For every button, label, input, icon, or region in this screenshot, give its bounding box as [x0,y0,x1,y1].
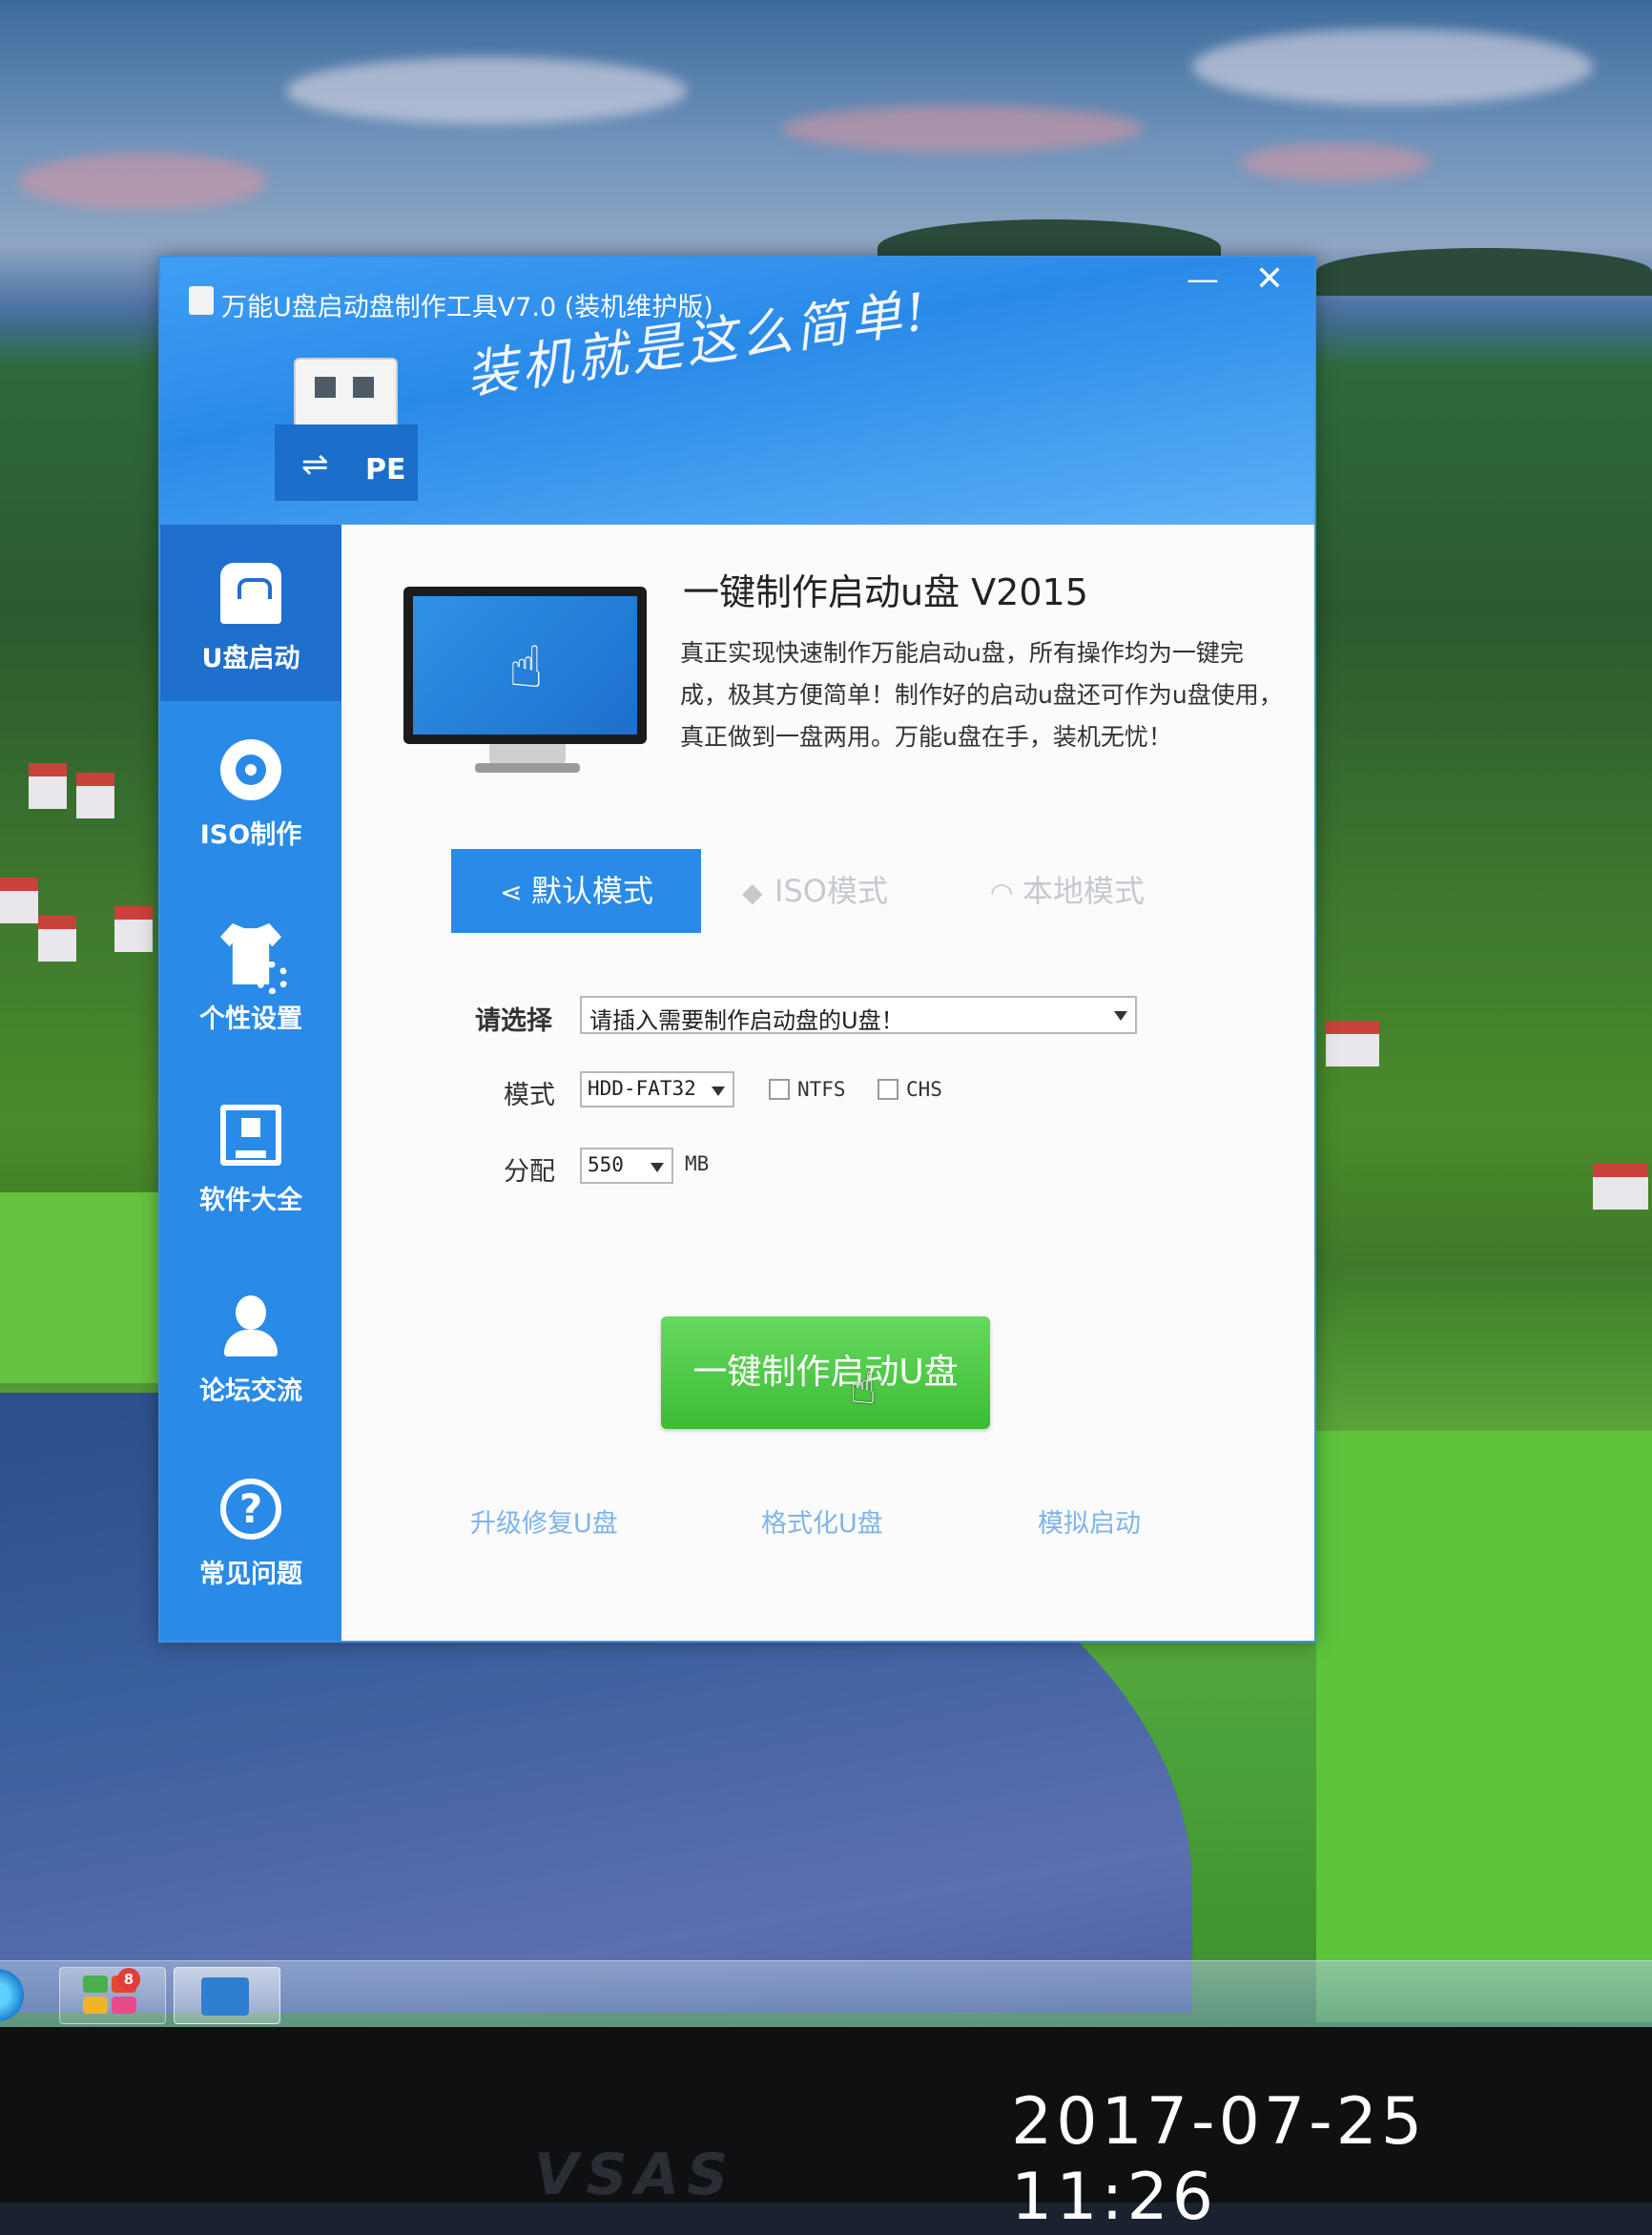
sidebar-item-label: 论坛交流 [199,1376,302,1406]
chevron-down-icon [712,1086,725,1096]
chevron-down-icon [650,1163,664,1172]
pointer-hand-icon: ☝ [508,634,544,701]
tab-default-mode[interactable]: ⋖ 默认模式 [451,849,701,933]
sidebar-item-usb-boot[interactable]: U盘启动 [160,525,341,701]
page-title: 一键制作启动u盘 V2015 [683,571,1088,613]
partition-size-value: 550 [588,1153,624,1176]
tag-icon: ◆ [742,877,763,908]
share-icon: ⋖ [500,877,523,908]
page-description: 真正实现快速制作万能启动u盘，所有操作均为一键完成，极其方便简单！制作好的启动u… [680,639,1283,751]
simulate-boot-link[interactable]: 模拟启动 [1038,1502,1141,1540]
wallpaper-house [114,906,153,952]
monitor-base [475,763,580,773]
wallpaper-house [38,916,76,962]
make-boot-usb-button[interactable]: 一键制作启动U盘 [661,1316,990,1429]
make-boot-usb-label: 一键制作启动U盘 [692,1353,959,1392]
sidebar-item-faq[interactable]: ? 常见问题 [160,1440,341,1617]
sidebar-item-label: 个性设置 [199,1004,302,1034]
sidebar-item-software[interactable]: 软件大全 [160,1066,341,1243]
usb-drive-select[interactable]: 请插入需要制作启动盘的U盘！ [580,996,1137,1034]
rss-icon: ◠ [990,877,1014,908]
user-icon [220,1295,281,1356]
app-window: 万能U盘启动盘制作工具V7.0 (装机维护版) — ✕ ⇌ PE 装机就是这么简… [158,256,1316,1643]
upgrade-repair-usb-link[interactable]: 升级修复U盘 [470,1502,618,1540]
monitor-brand: VSAS [534,2142,736,2208]
wallpaper-house [1593,1164,1648,1210]
wallpaper-house [76,773,114,818]
monitor-illustration: ☝ [403,587,647,744]
partition-size-select[interactable]: 550 [580,1148,673,1184]
wallpaper-cloud [782,105,1145,153]
gear-icon [256,962,288,994]
wallpaper-house [0,878,38,923]
sidebar-item-label: 软件大全 [199,1186,302,1215]
app-icon [189,286,214,315]
wallpaper-cloud [286,57,687,124]
wallpaper-house [29,763,67,809]
sidebar-item-iso[interactable]: ISO制作 [160,701,341,878]
taskbar-app-tiles[interactable]: 8 [59,1967,166,2024]
format-usb-link[interactable]: 格式化U盘 [761,1502,883,1540]
minimize-button[interactable]: — [1186,262,1220,297]
sidebar: U盘启动 ISO制作 个性设置 软件大全 论坛交流 ? 常见问题 [160,525,341,1641]
ntfs-label: NTFS [797,1078,846,1101]
tab-iso-mode[interactable]: ◆ ISO模式 [742,849,888,933]
usb-pe-logo: ⇌ PE [275,358,418,501]
partition-label: 分配 [504,1157,555,1187]
mode-select[interactable]: HDD-FAT32 [580,1071,734,1107]
taskbar-usb-tool[interactable] [174,1967,280,2024]
chs-checkbox[interactable] [878,1079,898,1100]
monitor-stand [489,744,566,765]
usb-drive-select-value: 请插入需要制作启动盘的U盘！ [589,1007,904,1034]
sidebar-item-forum[interactable]: 论坛交流 [160,1257,341,1434]
sidebar-item-label: U盘启动 [201,644,300,673]
usb-symbol-icon: ⇌ [301,445,329,484]
question-icon: ? [220,1479,281,1540]
mode-select-value: HDD-FAT32 [588,1077,696,1100]
mode-label: 模式 [504,1081,555,1110]
ntfs-checkbox[interactable] [769,1079,790,1100]
wallpaper-field [1316,1431,1652,2022]
tab-label: 默认模式 [530,873,653,909]
partition-unit: MB [685,1152,710,1175]
tab-label: ISO模式 [774,873,888,909]
taskbar: 8 [0,1960,1652,2028]
monitor-cube-icon [220,1105,281,1166]
photo-timestamp: 2017-07-25 11:26 [1011,2084,1427,2235]
chs-label: CHS [906,1078,942,1101]
usb-tool-icon [201,1977,249,2016]
hand-cursor-icon: ☝ [850,1362,878,1414]
window-header: 万能U盘启动盘制作工具V7.0 (装机维护版) — ✕ ⇌ PE 装机就是这么简… [160,258,1314,525]
sidebar-item-personalize[interactable]: 个性设置 [160,885,341,1062]
usb-drive-icon [220,563,281,624]
tab-label: 本地模式 [1022,873,1146,909]
select-label: 请选择 [475,1006,552,1036]
wallpaper-cloud [1240,143,1431,181]
wallpaper-hill [1316,248,1652,296]
close-button[interactable]: ✕ [1252,262,1287,297]
wallpaper-field [0,1192,162,1383]
disc-icon [220,739,281,800]
wallpaper-cloud [1192,29,1593,105]
notification-badge: 8 [117,1968,140,1991]
sidebar-item-label: ISO制作 [199,820,302,850]
wallpaper-house [1326,1021,1379,1066]
chevron-down-icon [1114,1011,1127,1021]
sidebar-item-label: 常见问题 [199,1560,302,1589]
start-button[interactable] [0,1969,24,2021]
wallpaper-cloud [19,153,267,210]
tab-local-mode[interactable]: ◠ 本地模式 [990,849,1145,933]
